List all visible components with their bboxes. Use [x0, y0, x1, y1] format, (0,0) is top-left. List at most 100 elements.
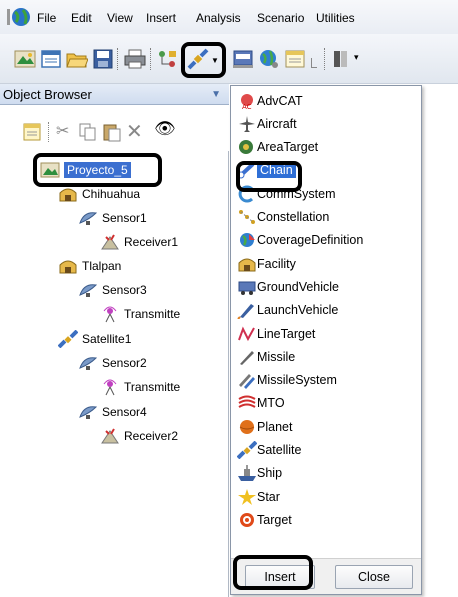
- insert-menu-item[interactable]: AreaTarget: [231, 137, 421, 158]
- tree-item[interactable]: Chihuahua: [58, 185, 140, 203]
- insert-menu-item-label: CoverageDefinition: [257, 233, 364, 248]
- facility-icon: [58, 257, 78, 275]
- tree-item-label: Transmitte: [124, 380, 181, 394]
- 2d-map-icon[interactable]: [284, 48, 306, 70]
- insert-menu-item[interactable]: Satellite: [231, 440, 421, 461]
- tree-item[interactable]: Transmitte: [100, 305, 180, 323]
- insert-menu-item[interactable]: LaunchVehicle: [231, 300, 421, 321]
- object-tools-icon[interactable]: [156, 48, 178, 70]
- tree-item[interactable]: Receiver2: [100, 427, 178, 445]
- callout-insert-button: [233, 555, 313, 590]
- insert-menu-item[interactable]: AC AdvCAT: [231, 90, 421, 111]
- insert-menu-item[interactable]: Constellation: [231, 207, 421, 228]
- paste-icon[interactable]: [102, 122, 122, 142]
- app-globe-icon[interactable]: [7, 6, 31, 28]
- insert-menu-item-label: MTO: [257, 396, 285, 411]
- aircraft-icon: [237, 115, 255, 133]
- tree-item[interactable]: Sensor4: [78, 403, 147, 421]
- callout-insert-object: [181, 42, 226, 78]
- tree-item[interactable]: Sensor2: [78, 354, 147, 372]
- toolbar-separator: [117, 48, 119, 70]
- html-report-icon[interactable]: [232, 48, 254, 70]
- tree-item-label: Sensor2: [102, 356, 147, 370]
- advcat-icon: AC: [237, 92, 255, 111]
- graph-icon[interactable]: [330, 48, 352, 70]
- mto-icon: [237, 394, 256, 412]
- toolbar-separator: [48, 122, 50, 142]
- menu-edit[interactable]: Edit: [71, 11, 92, 25]
- insert-menu-item[interactable]: MTO: [231, 393, 421, 414]
- target-icon: [237, 511, 255, 529]
- open-folder-icon[interactable]: [66, 48, 88, 70]
- insert-menu-item[interactable]: Facility: [231, 253, 421, 274]
- chevron-down-icon[interactable]: ▾: [354, 52, 359, 63]
- tree-item-label: Satellite1: [82, 332, 132, 346]
- object-browser-header: Object Browser ▼: [0, 84, 229, 105]
- launchvehicle-icon: [237, 301, 255, 320]
- tree-item[interactable]: Tlalpan: [58, 257, 121, 275]
- copy-icon[interactable]: [78, 122, 98, 142]
- tree-item[interactable]: Receiver1: [100, 233, 178, 251]
- insert-menu-item-label: AdvCAT: [257, 93, 303, 108]
- tree-item[interactable]: Satellite1: [58, 330, 131, 348]
- insert-menu-item-label: Star: [257, 489, 280, 504]
- toolbar-overflow-icon[interactable]: [311, 58, 317, 68]
- print-icon[interactable]: [124, 48, 146, 70]
- toolbar-separator: [324, 48, 326, 70]
- menu-view[interactable]: View: [107, 11, 133, 25]
- svg-text:AC: AC: [242, 103, 252, 110]
- areatarget-icon: [237, 138, 255, 156]
- menu-scenario[interactable]: Scenario: [257, 11, 304, 25]
- tree-item[interactable]: Sensor3: [78, 281, 147, 299]
- tree-item-label: Chihuahua: [82, 187, 141, 201]
- callout-chain: [236, 161, 302, 192]
- insert-menu-item[interactable]: Missile: [231, 346, 421, 367]
- insert-menu-item[interactable]: Star: [231, 486, 421, 507]
- delete-icon[interactable]: ✕: [126, 119, 143, 144]
- missile-icon: [237, 348, 255, 366]
- insert-menu-item[interactable]: LineTarget: [231, 323, 421, 344]
- ship-icon: [237, 464, 256, 482]
- menu-utilities[interactable]: Utilities: [316, 11, 355, 25]
- scenario-icon[interactable]: [14, 48, 36, 70]
- find-binoculars-icon[interactable]: 👁: [154, 119, 176, 139]
- save-icon[interactable]: [92, 48, 114, 70]
- insert-menu-item[interactable]: Planet: [231, 416, 421, 437]
- satellite-icon: [58, 330, 79, 348]
- tree-item-label: Sensor3: [102, 283, 147, 297]
- chevron-down-icon[interactable]: ▼: [211, 89, 221, 100]
- insert-menu-item[interactable]: MissileSystem: [231, 370, 421, 391]
- object-browser-toolbar: ✂ ✕ 👁: [0, 105, 229, 151]
- sensor-icon: [78, 354, 98, 372]
- insert-menu-item[interactable]: Target: [231, 509, 421, 530]
- insert-menu-item[interactable]: CoverageDefinition: [231, 230, 421, 251]
- insert-menu-item[interactable]: Ship: [231, 463, 421, 484]
- transmitter-icon: [100, 305, 120, 323]
- insert-menu-item-label: LaunchVehicle: [257, 303, 339, 318]
- insert-menu-item[interactable]: Aircraft: [231, 113, 421, 134]
- tree-item-label: Sensor1: [102, 211, 147, 225]
- tree-item[interactable]: Transmitte: [100, 378, 180, 396]
- transmitter-icon: [100, 378, 120, 396]
- planet-icon: [237, 418, 255, 436]
- insert-menu-item-label: LineTarget: [257, 326, 316, 341]
- missilesystem-icon: [237, 371, 255, 390]
- main-toolbar: ▼ ▾: [0, 34, 458, 84]
- globe-view-icon[interactable]: [258, 48, 280, 70]
- insert-menu-item-label: Target: [257, 512, 292, 527]
- cut-icon[interactable]: ✂: [56, 121, 69, 141]
- insert-menu-item[interactable]: GroundVehicle: [231, 276, 421, 297]
- menu-file[interactable]: File: [37, 11, 56, 25]
- menu-insert[interactable]: Insert: [146, 11, 176, 25]
- new-object-icon[interactable]: [22, 122, 42, 142]
- window-icon[interactable]: [40, 48, 62, 70]
- tree-item-label: Receiver2: [124, 429, 179, 443]
- groundvehicle-icon: [237, 278, 256, 296]
- tree-item-label: Receiver1: [124, 235, 179, 249]
- tree-item[interactable]: Sensor1: [78, 209, 147, 227]
- menu-analysis[interactable]: Analysis: [196, 11, 241, 25]
- insert-menu-item-label: Ship: [257, 466, 283, 481]
- close-button[interactable]: Close: [335, 565, 413, 589]
- object-browser-title: Object Browser: [3, 87, 92, 102]
- menu-bar: File Edit View Insert Analysis Scenario …: [0, 0, 458, 34]
